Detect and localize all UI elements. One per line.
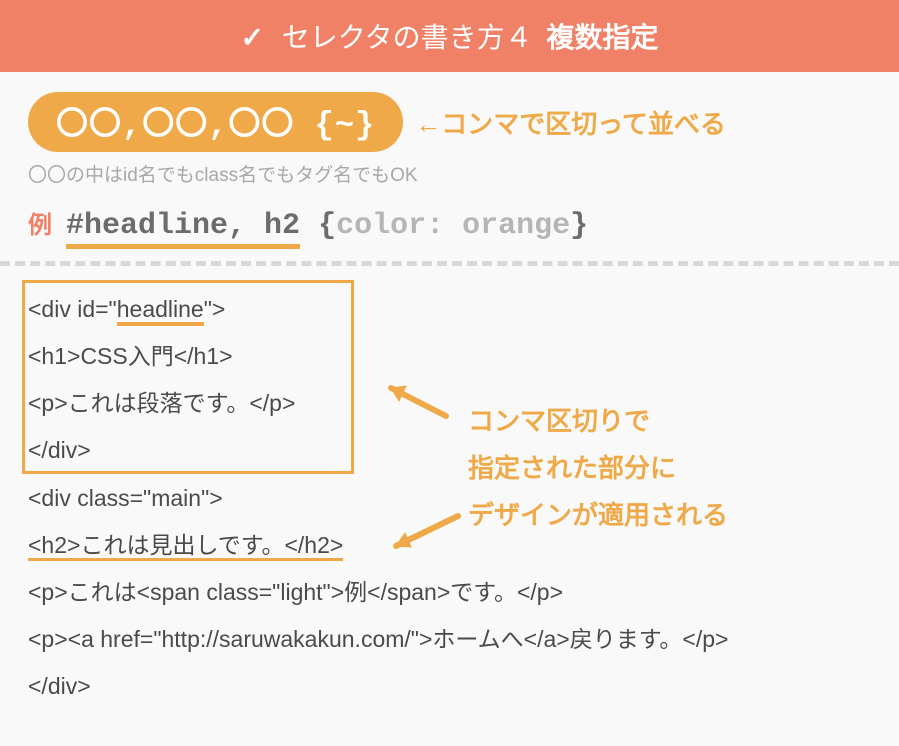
check-icon: ✓: [241, 21, 264, 54]
code-text: <div id=": [28, 296, 117, 322]
code-line-1: <div id="headline">: [28, 286, 871, 333]
example-brace-close: }: [570, 209, 588, 243]
code-area: <div id="headline"> <h1>CSS入門</h1> <p>これ…: [28, 286, 871, 710]
code-line-7: <p>これは<span class="light">例</span>です。</p…: [28, 569, 871, 616]
subnote-text: 〇〇の中はid名でもclass名でもタグ名でもOK: [28, 160, 871, 187]
code-line-9: </div>: [28, 663, 871, 710]
code-line-8: <p><a href="http://saruwakakun.com/">ホーム…: [28, 616, 871, 663]
annotation-block: コンマ区切りで 指定された部分に デザインが適用される: [468, 398, 728, 538]
content-area: 〇〇,〇〇,〇〇 {~} ←コンマで区切って並べる 〇〇の中はid名でもclas…: [0, 72, 899, 730]
code-text: ">: [204, 296, 226, 322]
example-brace-open: {: [318, 209, 336, 243]
annotation-line-3: デザインが適用される: [468, 492, 728, 539]
example-line: 例 #headline, h2 {color: orange}: [28, 205, 871, 243]
example-rule: color: orange: [336, 209, 570, 243]
header-title-bold: 複数指定: [546, 22, 658, 53]
header-banner: ✓ セレクタの書き方４ 複数指定: [0, 0, 899, 72]
arrow-icon-2: [378, 511, 468, 561]
example-label: 例: [28, 205, 52, 240]
header-title-light: セレクタの書き方４: [282, 22, 533, 53]
code-underline-headline: headline: [117, 296, 204, 326]
code-line-2: <h1>CSS入門</h1>: [28, 333, 871, 380]
annotation-line-1: コンマ区切りで: [468, 398, 728, 445]
syntax-note: ←コンマで区切って並べる: [415, 104, 726, 141]
syntax-pill: 〇〇,〇〇,〇〇 {~}: [28, 92, 403, 152]
arrow-icon-1: [376, 376, 456, 426]
dashed-divider: [0, 261, 899, 266]
annotation-line-2: 指定された部分に: [468, 445, 728, 492]
example-selector: #headline, h2: [66, 209, 300, 249]
syntax-row: 〇〇,〇〇,〇〇 {~} ←コンマで区切って並べる: [28, 92, 871, 152]
code-underline-h2: <h2>これは見出しです。</h2>: [28, 532, 343, 558]
code-line-4: </div>: [28, 427, 871, 474]
